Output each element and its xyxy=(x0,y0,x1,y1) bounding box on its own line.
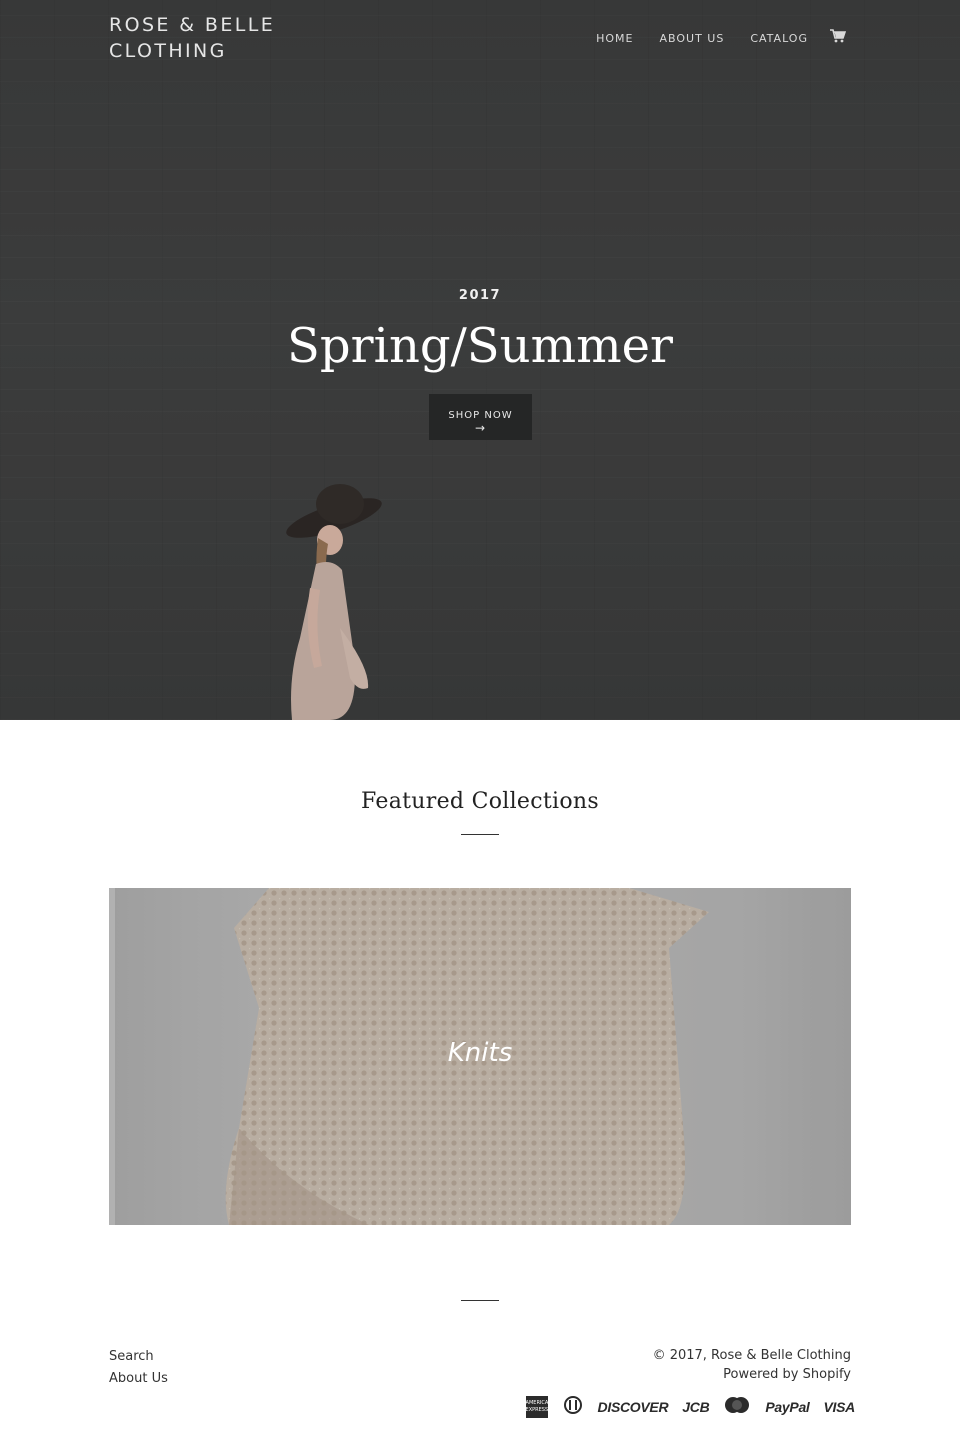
store-logo[interactable]: ROSE & BELLE CLOTHING xyxy=(109,12,329,64)
featured-collections-heading: Featured Collections xyxy=(361,789,599,814)
collection-card-knits[interactable]: Knits xyxy=(109,888,851,1225)
copyright-text: © 2017, Rose & Belle Clothing xyxy=(652,1348,851,1363)
payment-icons: AMERICAN EXPRESS DISCOVER JCB PayPal VIS… xyxy=(525,1396,856,1418)
mastercard-icon xyxy=(723,1396,751,1418)
powered-by-link[interactable]: Powered by Shopify xyxy=(653,1365,851,1384)
hero-subtitle: 2017 xyxy=(458,288,502,303)
hero-banner: ROSE & BELLE CLOTHING HOME ABOUT US CATA… xyxy=(0,0,960,720)
jcb-icon: JCB xyxy=(682,1399,710,1415)
section-divider xyxy=(461,834,499,835)
nav-about-us-link[interactable]: ABOUT US xyxy=(659,32,724,45)
girl-in-hat-image xyxy=(286,484,382,720)
footer-about-us-link[interactable]: About Us xyxy=(109,1368,168,1390)
collection-title-knits: Knits xyxy=(447,1038,513,1068)
diners-club-icon xyxy=(562,1396,584,1418)
footer-divider xyxy=(461,1300,499,1301)
main-nav: HOME ABOUT US CATALOG xyxy=(570,29,847,45)
hero-title: Spring/Summer xyxy=(287,318,673,374)
paypal-icon: PayPal xyxy=(765,1399,810,1415)
cart-icon[interactable] xyxy=(830,29,847,43)
arrow-right-icon: → xyxy=(474,421,487,435)
visa-icon: VISA xyxy=(823,1399,856,1415)
discover-icon: DISCOVER xyxy=(597,1399,669,1415)
nav-home-link[interactable]: HOME xyxy=(596,32,633,45)
shop-now-label: SHOP NOW xyxy=(448,410,513,421)
footer-search-link[interactable]: Search xyxy=(109,1346,168,1368)
amex-icon: AMERICAN EXPRESS xyxy=(525,1396,552,1418)
nav-catalog-link[interactable]: CATALOG xyxy=(750,32,808,45)
footer-links: Search About Us xyxy=(109,1346,168,1390)
shop-now-button[interactable]: SHOP NOW → xyxy=(429,394,532,440)
footer-info: © 2017, Rose & Belle Clothing Powered by… xyxy=(653,1346,851,1384)
